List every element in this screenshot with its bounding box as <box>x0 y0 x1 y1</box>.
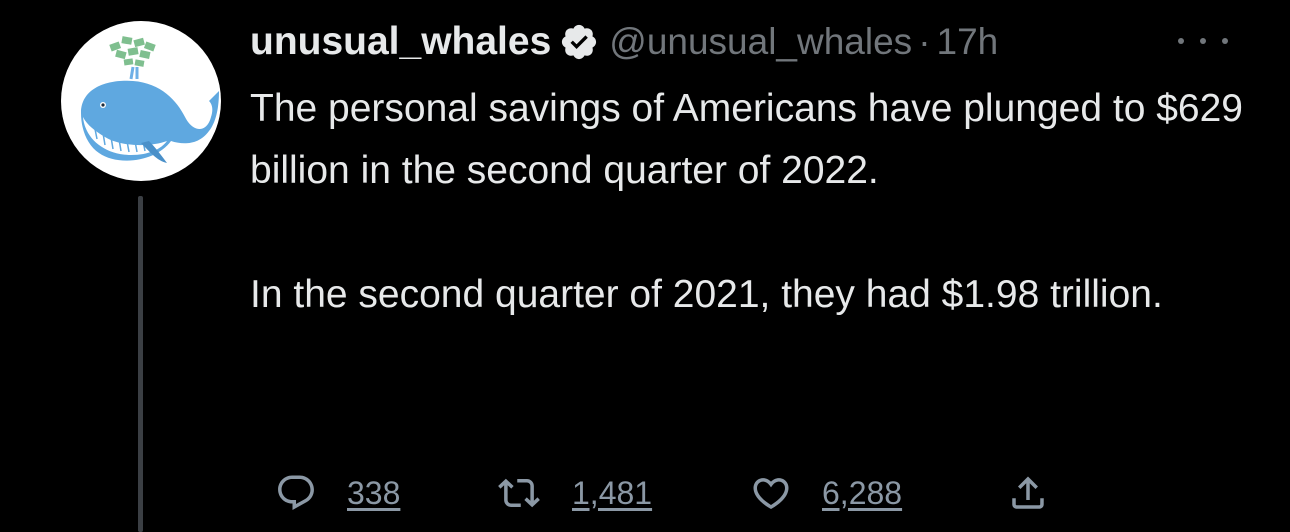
separator-dot: · <box>918 21 931 62</box>
retweet-icon <box>498 478 540 508</box>
like-count[interactable]: 6,288 <box>822 475 902 512</box>
heart-icon <box>753 478 789 510</box>
reply-count[interactable]: 338 <box>347 475 400 512</box>
whale-icon <box>81 36 219 163</box>
more-horizontal-icon[interactable] <box>1178 26 1228 56</box>
avatar[interactable] <box>61 21 221 181</box>
reply-button[interactable]: 338 <box>275 468 400 518</box>
share-icon <box>1012 476 1044 509</box>
tweet-text: The personal savings of Americans have p… <box>250 78 1260 326</box>
tweet-header: unusual_whales @unusual_whales · 17h <box>250 18 998 66</box>
tweet-timestamp[interactable]: 17h <box>937 21 999 63</box>
retweet-button[interactable]: 1,481 <box>498 468 652 518</box>
verified-badge-icon <box>559 22 599 62</box>
display-name[interactable]: unusual_whales <box>250 20 551 64</box>
user-handle[interactable]: @unusual_whales <box>609 21 912 63</box>
tweet-paragraph: In the second quarter of 2021, they had … <box>250 273 1163 316</box>
thread-connector-line <box>138 196 143 532</box>
share-button[interactable] <box>1007 468 1049 518</box>
like-button[interactable]: 6,288 <box>750 468 902 518</box>
tweet-actions-bar: 338 1,481 6,288 <box>250 468 1150 518</box>
reply-icon <box>278 475 314 510</box>
retweet-count[interactable]: 1,481 <box>572 475 652 512</box>
tweet-paragraph: The personal savings of Americans have p… <box>250 87 1243 192</box>
